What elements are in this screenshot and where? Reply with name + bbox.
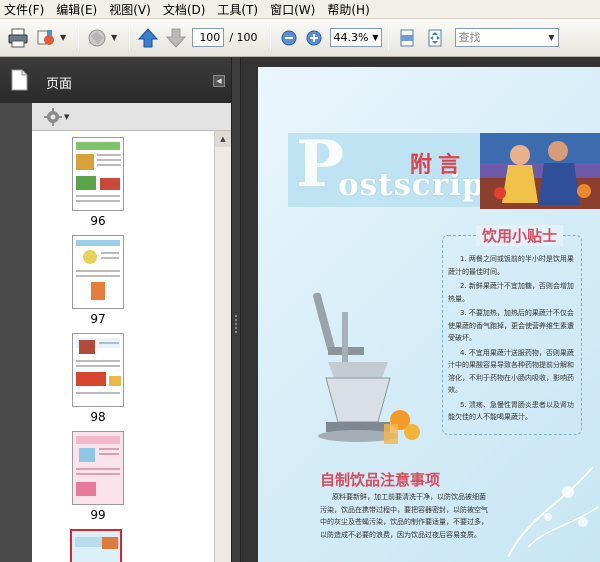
fit-page-icon[interactable] — [395, 26, 419, 50]
section2-text: 原料要新鲜，加工前要清洗干净，以防饮品被细菌污染，饮品在携带过程中，要把容器密封… — [320, 493, 488, 539]
print-icon[interactable] — [6, 26, 30, 50]
menu-view[interactable]: 视图(V) — [109, 1, 151, 18]
chevron-down-icon[interactable]: ▼ — [111, 33, 117, 42]
menu-edit[interactable]: 编辑(E) — [56, 1, 97, 18]
tip-3: 3. 不要加热，加热后的果蔬汁不仅会使果蔬的香气跑掉，更会使营养维生素遭受破坏。 — [448, 309, 574, 342]
banner-initial: P — [296, 127, 345, 202]
edit-icon[interactable] — [34, 26, 58, 50]
arrow-down-icon[interactable] — [164, 26, 188, 50]
gear-icon[interactable]: ▼ — [44, 108, 69, 126]
menu-help[interactable]: 帮助(H) — [327, 1, 369, 18]
thumbnail-list[interactable]: 96 97 98 99 — [32, 131, 214, 562]
thumbnail-label: 99 — [90, 508, 106, 522]
fit-width-icon[interactable] — [423, 26, 447, 50]
scroll-up-icon[interactable]: ▲ — [215, 131, 231, 147]
juicer-image — [313, 292, 420, 444]
menu-window[interactable]: 窗口(W) — [270, 1, 315, 18]
grip-dot — [235, 319, 237, 321]
menu-tools[interactable]: 工具(T) — [217, 1, 258, 18]
page-thumbnail[interactable] — [72, 137, 124, 211]
tip-4: 4. 不宜用果蔬汁送服药物，否则果蔬汁中的果酸容易导致各种药物提前分解和溶化，不… — [448, 348, 574, 395]
zoom-value: 44.3% — [333, 31, 369, 44]
page-total: / 100 — [229, 31, 258, 44]
thumbnail-label: 98 — [90, 410, 106, 424]
pages-panel: 页面 ◀ ▼ 96 97 98 99 ▲ — [0, 57, 231, 562]
grip-dot — [235, 315, 237, 317]
zoom-in-icon[interactable] — [302, 26, 326, 50]
toolbar-separator — [129, 25, 131, 50]
tip-1: 1. 两餐之间或饭前的半小时是饮用果蔬汁的最佳时间。 — [448, 255, 574, 276]
document-page: P ostscript 附言 饮用小贴士 1. 两餐之间或饭前的半小时是饮用果蔬… — [258, 67, 600, 562]
toolbar: ▼ ▼ 100 / 100 44.3% ▼ 查找 ▼ — [0, 19, 600, 57]
thumbnail-label: 97 — [90, 312, 106, 326]
thumbnail-label: 96 — [90, 214, 106, 228]
zoom-select[interactable]: 44.3% ▼ — [329, 28, 382, 47]
arrow-up-icon[interactable] — [136, 26, 160, 50]
page-number-input[interactable]: 100 — [192, 28, 225, 47]
banner-title: 附言 — [410, 153, 467, 178]
chevron-down-icon[interactable]: ▼ — [60, 33, 66, 42]
section2-title: 自制饮品注意事项 — [320, 471, 441, 489]
tips-title: 饮用小贴士 — [476, 225, 564, 246]
grip-dot — [235, 331, 237, 333]
menu-file[interactable]: 文件(F) — [4, 1, 44, 18]
thumbnail-scrollbar[interactable]: ▲ — [214, 131, 231, 562]
grip-dot — [235, 327, 237, 329]
pages-icon[interactable] — [9, 69, 29, 94]
panel-options-bar: ▼ — [32, 103, 231, 131]
collapse-icon[interactable]: ◀ — [213, 75, 225, 87]
page-thumbnail[interactable] — [72, 235, 124, 309]
tip-5: 5. 溃疡、急慢性胃肠炎患者以及肾功能欠佳的人不能喝果蔬汁。 — [448, 400, 574, 422]
tip-2: 2. 新鲜果蔬汁不宜加糖，否则会增加热量。 — [448, 282, 574, 303]
floral-decoration — [507, 466, 599, 558]
tips-text: 1. 两餐之间或饭前的半小时是饮用果蔬汁的最佳时间。 2. 新鲜果蔬汁不宜加糖，… — [448, 253, 578, 426]
page-thumbnail[interactable] — [72, 431, 124, 505]
chevron-down-icon[interactable]: ▼ — [372, 29, 378, 46]
toolbar-separator — [78, 25, 80, 50]
menu-document[interactable]: 文档(D) — [163, 1, 206, 18]
globe-icon[interactable] — [85, 26, 109, 50]
document-view[interactable]: P ostscript 附言 饮用小贴士 1. 两餐之间或饭前的半小时是饮用果蔬… — [241, 57, 600, 562]
page-thumbnail[interactable] — [72, 333, 124, 407]
panel-title: 页面 — [46, 77, 73, 92]
toolbar-separator — [269, 25, 271, 50]
zoom-out-icon[interactable] — [277, 26, 301, 50]
search-placeholder: 查找 — [458, 31, 481, 44]
page-thumbnail-selected[interactable] — [70, 529, 122, 562]
chevron-down-icon[interactable]: ▼ — [548, 29, 554, 46]
toolbar-separator — [387, 25, 389, 50]
grip-dot — [235, 323, 237, 325]
search-input[interactable]: 查找 ▼ — [454, 28, 559, 47]
panel-splitter[interactable] — [231, 57, 241, 562]
banner-photo — [480, 133, 600, 209]
panel-header: 页面 ◀ — [0, 57, 231, 103]
menu-bar: 文件(F) 编辑(E) 视图(V) 文档(D) 工具(T) 窗口(W) 帮助(H… — [0, 0, 600, 19]
